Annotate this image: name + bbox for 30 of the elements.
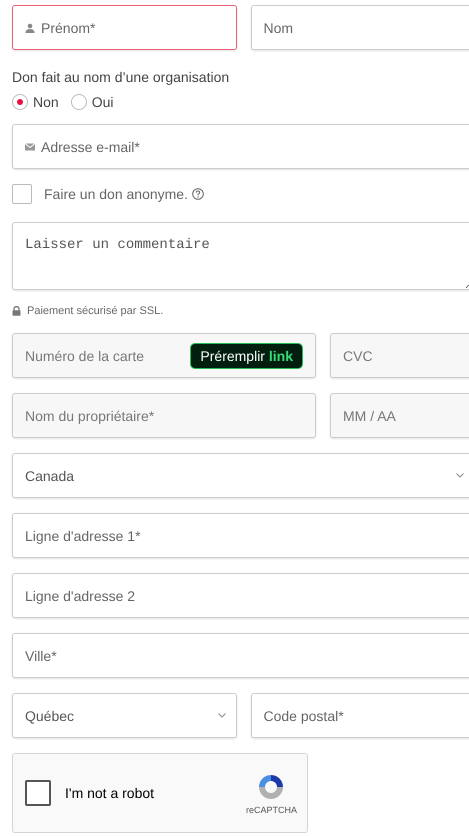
input-field[interactable]: Code postal*	[250, 693, 469, 738]
captcha-brand: reCAPTCHA	[246, 804, 297, 814]
input-field[interactable]: Nom du propriétaire*	[12, 393, 316, 438]
lock-icon	[12, 306, 21, 316]
input-field[interactable]: Prénom*	[12, 5, 236, 50]
select-field[interactable]: Québec	[12, 693, 236, 738]
person-icon	[25, 22, 35, 32]
radio-option[interactable]: Oui	[70, 94, 114, 110]
radio-option[interactable]: Non	[12, 94, 59, 110]
comment-field[interactable]: Laisser un commentaire	[12, 222, 469, 290]
input-field[interactable]: Nom	[250, 5, 469, 50]
question-label: Don fait au nom d’une organisation	[12, 69, 230, 85]
checkbox-label: Faire un don anonyme.	[44, 186, 188, 202]
help-icon[interactable]	[192, 188, 204, 200]
input-field[interactable]: Numéro de la carte Préremplir link	[12, 333, 316, 378]
input-field[interactable]: Adresse e-mail*	[12, 124, 469, 169]
checkbox[interactable]	[12, 184, 32, 204]
input-field[interactable]: Ville*	[12, 633, 469, 678]
captcha-checkbox[interactable]	[25, 780, 51, 806]
chevron-down-icon	[218, 713, 226, 718]
input-field[interactable]: MM / AA	[330, 393, 469, 438]
prefill-button[interactable]: Préremplir link	[190, 342, 303, 368]
secure-note: Paiement sécurisé par SSL.	[27, 305, 164, 317]
input-field[interactable]: Ligne d'adresse 1*	[12, 513, 469, 558]
chevron-down-icon	[456, 473, 464, 478]
captcha-label: I'm not a robot	[65, 785, 156, 801]
mail-icon	[25, 142, 35, 150]
input-field[interactable]: CVC	[330, 333, 469, 378]
input-field[interactable]: Ligne d'adresse 2	[12, 573, 469, 618]
select-field[interactable]: Canada	[12, 453, 469, 498]
